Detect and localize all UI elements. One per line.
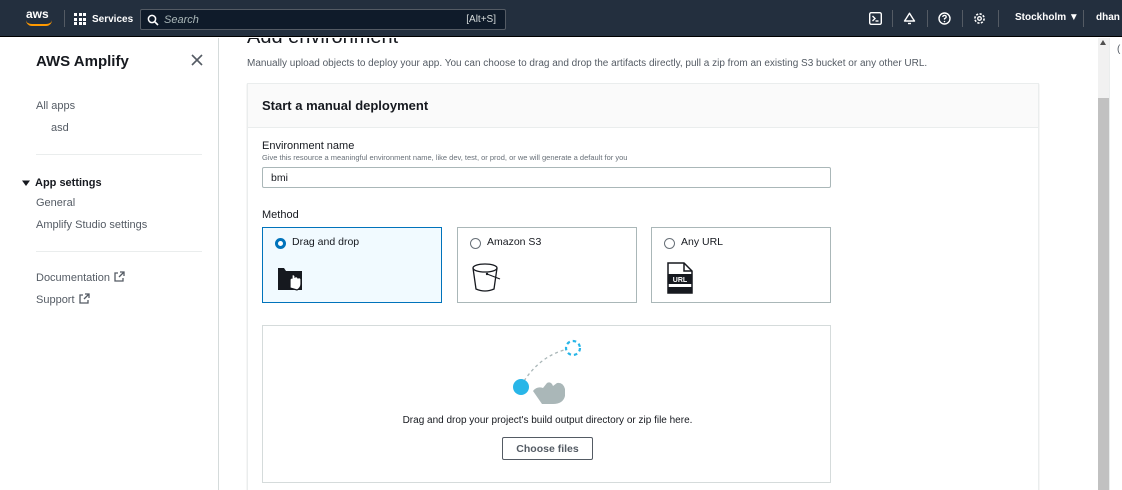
aws-logo-text: aws xyxy=(26,7,49,21)
drop-zone-instructions: Drag and drop your project's build outpu… xyxy=(402,415,693,426)
scrollbar[interactable] xyxy=(1098,38,1109,490)
radio-button[interactable] xyxy=(275,238,286,249)
divider xyxy=(1083,10,1084,27)
close-icon[interactable] xyxy=(189,52,205,68)
aws-logo[interactable]: aws xyxy=(26,7,54,27)
divider xyxy=(998,10,999,27)
documentation-label: Documentation xyxy=(36,272,110,284)
scroll-up-arrow-icon[interactable] xyxy=(1100,40,1106,45)
sidebar-title: AWS Amplify xyxy=(36,53,129,70)
search-box[interactable]: [Alt+S] xyxy=(140,9,506,30)
card-title: Start a manual deployment xyxy=(248,84,1038,128)
section-heading: App settings xyxy=(35,177,102,189)
aws-smile-icon xyxy=(26,20,52,26)
method-tile-amazon-s3[interactable]: Amazon S3 xyxy=(457,227,637,303)
divider xyxy=(36,251,202,252)
side-navigation: AWS Amplify All apps asd App settings Ge… xyxy=(0,38,219,490)
radio-button[interactable] xyxy=(470,238,481,249)
scrollbar-thumb[interactable] xyxy=(1098,98,1109,490)
search-icon xyxy=(147,14,159,26)
right-panel-edge: ( xyxy=(1109,38,1122,490)
page-title: Add environment xyxy=(247,38,398,49)
sidebar-item-documentation[interactable]: Documentation xyxy=(36,271,125,284)
method-label-amazon-s3: Amazon S3 xyxy=(487,236,542,248)
sidebar-item-all-apps[interactable]: All apps xyxy=(36,100,75,112)
main-content: Add environment Manually upload objects … xyxy=(220,38,1098,490)
sidebar-item-general[interactable]: General xyxy=(36,197,75,209)
search-input[interactable] xyxy=(164,13,444,26)
environment-name-input[interactable] xyxy=(262,167,831,188)
choose-files-button[interactable]: Choose files xyxy=(502,437,593,460)
help-icon[interactable] xyxy=(937,11,952,26)
external-link-icon xyxy=(114,271,125,282)
divider xyxy=(962,10,963,27)
top-navigation-bar: aws Services [Alt+S] Stockholm ▼ dhan ▼ xyxy=(0,0,1122,37)
right-strip-text: ( xyxy=(1117,44,1121,55)
drag-and-drop-illustration-icon xyxy=(513,339,582,404)
divider xyxy=(892,10,893,27)
divider xyxy=(36,154,202,155)
page-description: Manually upload objects to deploy your a… xyxy=(247,58,928,69)
bell-icon[interactable] xyxy=(902,11,917,26)
region-selector[interactable]: Stockholm ▼ xyxy=(1015,12,1079,23)
method-label-any-url: Any URL xyxy=(681,236,724,248)
divider xyxy=(64,10,65,27)
method-tile-drag-and-drop[interactable]: Drag and drop xyxy=(262,227,442,303)
drag-drop-icon xyxy=(278,268,302,291)
environment-name-label: Environment name xyxy=(262,140,355,152)
svg-text:URL: URL xyxy=(673,277,688,284)
file-drop-zone[interactable]: Drag and drop your project's build outpu… xyxy=(262,325,831,483)
support-label: Support xyxy=(36,294,75,306)
external-link-icon xyxy=(78,293,90,304)
grid-icon xyxy=(74,13,86,25)
caret-down-icon xyxy=(22,180,30,186)
settings-icon[interactable] xyxy=(972,11,987,26)
manual-deployment-card: Start a manual deployment Environment na… xyxy=(247,83,1039,490)
services-label: Services xyxy=(92,13,134,25)
sidebar-item-app[interactable]: asd xyxy=(51,122,69,134)
services-menu-button[interactable]: Services xyxy=(74,11,133,27)
sidebar-item-support[interactable]: Support xyxy=(36,293,90,306)
method-label: Method xyxy=(262,209,299,221)
method-label-drag-and-drop: Drag and drop xyxy=(292,236,360,248)
environment-name-description: Give this resource a meaningful environm… xyxy=(262,153,628,162)
sidebar-item-studio-settings[interactable]: Amplify Studio settings xyxy=(36,219,147,231)
divider xyxy=(927,10,928,27)
sidebar-section-app-settings[interactable]: App settings xyxy=(22,177,102,189)
account-menu[interactable]: dhan ▼ xyxy=(1096,12,1122,23)
cloudshell-icon[interactable] xyxy=(868,11,883,26)
search-shortcut-hint: [Alt+S] xyxy=(466,14,496,25)
url-file-icon: URL xyxy=(667,262,693,294)
s3-bucket-icon xyxy=(472,263,501,292)
method-tile-any-url[interactable]: Any URL URL xyxy=(651,227,831,303)
radio-button[interactable] xyxy=(664,238,675,249)
